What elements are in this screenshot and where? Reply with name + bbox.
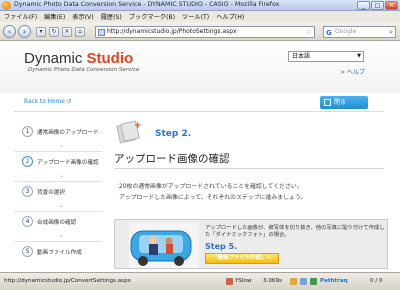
menu-history[interactable]: 履歴(S): [101, 12, 122, 21]
step-heading: Step 2.: [155, 129, 192, 139]
forward-arrow-icon[interactable]: ›: [18, 25, 31, 38]
menu-edit[interactable]: 編集(E): [44, 12, 65, 21]
site-favicon-icon: [98, 29, 105, 36]
dynamic-photo-illustration: [129, 223, 199, 268]
logo-text-dynamic: Dynamic: [24, 50, 87, 67]
back-to-home-link[interactable]: Back to Home ↺: [24, 99, 71, 105]
logo-text-studio: Studio: [86, 50, 134, 67]
site-header: Dynamic Studio Dynamic Photo Data Conver…: [0, 41, 400, 93]
chevron-down-icon: ⌄: [59, 142, 65, 149]
search-input[interactable]: G Google ⌕: [323, 26, 396, 38]
language-value: 日本語: [292, 53, 311, 60]
pathtraq-count: 0 / 0: [370, 278, 383, 284]
description-line-2: アップロードした画像によって、それぞれのステップに進みましょう。: [119, 195, 307, 201]
address-bar[interactable]: http://dynamicstudio.jp/PhotoSettings.as…: [95, 26, 315, 38]
site-logo[interactable]: Dynamic Studio: [24, 50, 133, 67]
page-title: アップロード画像の確認: [114, 153, 230, 165]
step-number: 5: [22, 246, 33, 257]
steps-sidebar: 1 通常画像のアップロード ⌄ 2 アップロード画像の確認 ⌄ 3 背景の選択 …: [14, 123, 104, 268]
step-divider: [14, 241, 102, 242]
window-close-button[interactable]: ✕: [385, 1, 398, 10]
title-divider: [114, 168, 384, 169]
step-label: 通常画像のアップロード: [37, 130, 99, 136]
step-number: 1: [22, 126, 33, 137]
step-divider: [14, 181, 102, 182]
close-page-icon: [324, 99, 331, 106]
search-icon[interactable]: ⌕: [389, 27, 393, 37]
address-url: http://dynamicstudio.jp/PhotoSettings.as…: [107, 28, 237, 35]
step-divider: [14, 151, 102, 152]
addon-icon[interactable]: [290, 278, 297, 285]
yslow-label[interactable]: YSlow: [235, 278, 252, 284]
chevron-down-icon: ⌄: [59, 232, 65, 239]
window-titlebar: Dynamic Photo Data Conversion Service - …: [0, 0, 400, 11]
step-number: 4: [22, 216, 33, 227]
divider: [14, 111, 384, 112]
firefox-logo-icon: [2, 1, 11, 10]
navigation-toolbar: ‹ › ▾ ↻ ✕ ⌂ http://dynamicstudio.jp/Phot…: [0, 22, 400, 41]
home-icon[interactable]: ⌂: [75, 27, 85, 37]
menu-help[interactable]: ヘルプ(H): [216, 12, 244, 21]
create-video-button[interactable]: 「動画ファイル作成」へ: [205, 253, 279, 264]
step-label: アップロード画像の確認: [37, 160, 99, 166]
status-bar: http://dynamicstudio.jp/ConvertSettings.…: [0, 272, 400, 290]
menu-file[interactable]: ファイル(F): [4, 12, 37, 21]
site-tagline: Dynamic Photo Data Conversion Service: [28, 67, 140, 73]
menu-view[interactable]: 表示(V): [72, 12, 93, 21]
promo-box: アップロードした画像が、被写体を切り抜き、他の写真に貼り付けて作成した「ダイナミ…: [114, 219, 388, 269]
main-panel: + Step 2. アップロード画像の確認 20枚の通常画像がアップロードされて…: [114, 117, 389, 269]
description-line-1: 20枚の通常画像がアップロードされていることを確認してください。: [119, 184, 303, 190]
window-controls: _ □ ✕: [357, 1, 398, 10]
stop-icon[interactable]: ✕: [62, 27, 72, 37]
step-divider: [14, 211, 102, 212]
step-label: 背景の選択: [37, 190, 65, 196]
close-button-label: 閉る: [334, 99, 347, 106]
google-icon: G: [326, 29, 332, 37]
menu-tools[interactable]: ツール(T): [182, 12, 209, 21]
page-content: Dynamic Studio Dynamic Photo Data Conver…: [0, 41, 400, 272]
promo-text: アップロードした画像が、被写体を切り抜き、他の写真に貼り付けて作成した「ダイナミ…: [205, 225, 385, 238]
load-time: 3.069s: [263, 278, 282, 284]
window-title: Dynamic Photo Data Conversion Service - …: [14, 1, 280, 8]
step-number: 3: [22, 186, 33, 197]
step-number: 2: [22, 156, 33, 167]
return-arrow-icon: ↺: [66, 99, 72, 105]
reload-icon[interactable]: ↻: [49, 27, 59, 37]
menu-bar: ファイル(F) 編集(E) 表示(V) 履歴(S) ブックマーク(B) ツール(…: [0, 11, 400, 22]
bookmark-star-icon[interactable]: ☆: [306, 27, 312, 37]
chevron-down-icon: ▼: [357, 53, 361, 59]
photo-add-illustration-icon: +: [116, 119, 146, 145]
addon-icon[interactable]: [310, 278, 317, 285]
maximize-button[interactable]: □: [371, 1, 384, 10]
dropdown-history-icon[interactable]: ▾: [36, 27, 46, 37]
chevron-down-icon: ⌄: [59, 172, 65, 179]
pathtraq-label[interactable]: Pathtraq: [320, 278, 348, 284]
step-label: 合成画像の確認: [37, 220, 77, 226]
plus-icon: +: [134, 121, 142, 131]
help-link[interactable]: > ヘルプ: [340, 67, 365, 76]
step-label: 動画ファイル作成: [37, 250, 82, 256]
minimize-button[interactable]: _: [357, 1, 370, 10]
menu-bookmarks[interactable]: ブックマーク(B): [129, 12, 175, 21]
back-to-home-label: Back to Home: [24, 99, 65, 105]
search-placeholder: Google: [335, 28, 357, 35]
close-button[interactable]: 閉る: [320, 96, 368, 109]
status-url: http://dynamicstudio.jp/ConvertSettings.…: [4, 278, 131, 284]
action-bar: Back to Home ↺ 閉る: [14, 96, 384, 109]
back-arrow-icon[interactable]: ‹: [3, 25, 16, 38]
promo-step-heading: Step 5.: [205, 242, 238, 251]
chevron-down-icon: ⌄: [59, 202, 65, 209]
addon-icon[interactable]: [300, 278, 307, 285]
yslow-icon[interactable]: [226, 278, 233, 285]
language-select[interactable]: 日本語 ▼: [288, 51, 364, 62]
